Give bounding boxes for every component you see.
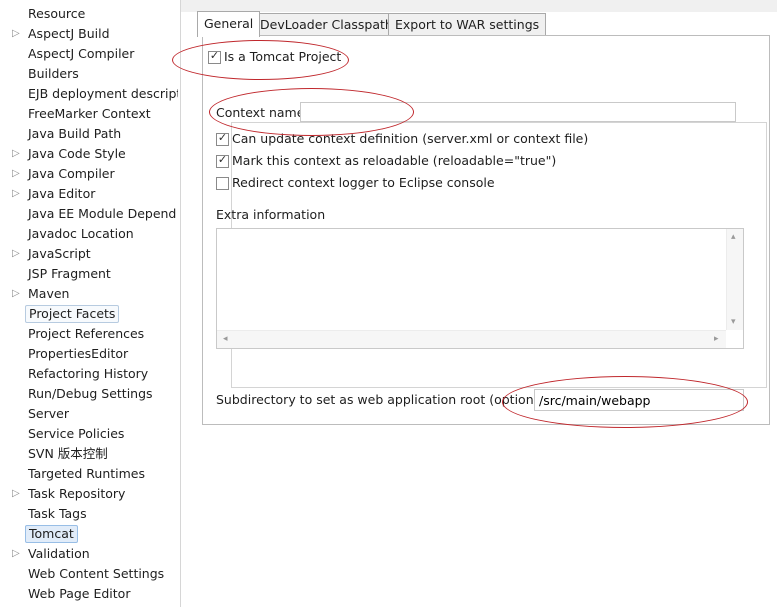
- tree-item-label: Java Build Path: [28, 126, 122, 141]
- tree-item[interactable]: Tomcat: [0, 524, 178, 544]
- tree-item-label: Server: [28, 406, 69, 421]
- tab-export-to-war-settings[interactable]: Export to WAR settings: [388, 13, 547, 36]
- reloadable-label: Mark this context as reloadable (reloada…: [232, 153, 557, 168]
- tree-item[interactable]: Refactoring History: [0, 364, 178, 384]
- check-icon: ✓: [217, 153, 228, 166]
- tree-item-label: Task Repository: [28, 486, 126, 501]
- tab-devloader-classpath[interactable]: DevLoader Classpath: [253, 13, 400, 36]
- expand-arrow-icon[interactable]: ▷: [12, 484, 20, 504]
- expand-arrow-icon[interactable]: ▷: [12, 284, 20, 304]
- tree-item-label: PropertiesEditor: [28, 346, 129, 361]
- tree-item[interactable]: ▷ Java Code Style: [0, 144, 178, 164]
- horizontal-scrollbar[interactable]: ◂ ▸: [217, 330, 726, 348]
- scroll-right-icon[interactable]: ▸: [714, 334, 719, 344]
- tree-item[interactable]: Server: [0, 404, 178, 424]
- tree-item-label: Java Editor: [28, 186, 96, 201]
- tree-item[interactable]: Java Build Path: [0, 124, 178, 144]
- tree-item-label: Service Policies: [28, 426, 125, 441]
- top-band: [181, 0, 777, 12]
- tree-item[interactable]: Project References: [0, 324, 178, 344]
- tree-item[interactable]: ▷ Validation: [0, 544, 178, 564]
- is-tomcat-project-checkbox[interactable]: ✓: [208, 49, 221, 64]
- tree-item[interactable]: Builders: [0, 64, 178, 84]
- tree-item-label: Tomcat: [25, 525, 78, 543]
- tree-item[interactable]: Task Tags: [0, 504, 178, 524]
- tree-item-label: SVN 版本控制: [28, 446, 108, 461]
- tree-item[interactable]: FreeMarker Context: [0, 104, 178, 124]
- tree-item[interactable]: Resource: [0, 4, 178, 24]
- scroll-left-icon[interactable]: ◂: [223, 334, 228, 344]
- tree-item-label: EJB deployment descript: [28, 86, 178, 101]
- properties-tree: Resource ▷ AspectJ Build AspectJ Compiler Bu…: [0, 0, 180, 607]
- tree-item-label: Targeted Runtimes: [28, 466, 145, 481]
- tree-item-label: Run/Debug Settings: [28, 386, 153, 401]
- tree-item[interactable]: EJB deployment descript: [0, 84, 178, 104]
- tree-item-label: Task Tags: [28, 506, 87, 521]
- tree-item-label: AspectJ Compiler: [28, 46, 135, 61]
- context-name-input[interactable]: [300, 102, 736, 122]
- expand-arrow-icon[interactable]: ▷: [12, 544, 20, 564]
- tree-item-label: Project References: [28, 326, 145, 341]
- expand-arrow-icon[interactable]: ▷: [12, 184, 20, 204]
- check-icon: ✓: [217, 131, 228, 144]
- tree-item-label: AspectJ Build: [28, 26, 110, 41]
- tree-item-label: Resource: [28, 6, 86, 21]
- tree-item[interactable]: ▷ JavaScript: [0, 244, 178, 264]
- tree-item[interactable]: ▷ Maven: [0, 284, 178, 304]
- tree-item[interactable]: Javadoc Location: [0, 224, 178, 244]
- tree-item-label: FreeMarker Context: [28, 106, 151, 121]
- tree-item[interactable]: JSP Fragment: [0, 264, 178, 284]
- tree-item-label: Java Compiler: [28, 166, 115, 181]
- scroll-down-icon[interactable]: ▾: [731, 317, 736, 327]
- tree-item-label: JSP Fragment: [28, 266, 111, 281]
- tree-item-label: Validation: [28, 546, 90, 561]
- check-icon: ✓: [209, 49, 220, 62]
- vertical-scrollbar[interactable]: ▴ ▾: [726, 229, 743, 330]
- tree-item[interactable]: Targeted Runtimes: [0, 464, 178, 484]
- tree-item[interactable]: SVN 版本控制: [0, 444, 178, 464]
- is-tomcat-project-label: Is a Tomcat Project: [224, 49, 342, 64]
- tree-item[interactable]: Web Page Editor: [0, 584, 178, 604]
- tree-item[interactable]: Web Content Settings: [0, 564, 178, 584]
- tree-item-label: Java Code Style: [28, 146, 126, 161]
- tab-general[interactable]: General: [197, 11, 261, 37]
- tree-item[interactable]: AspectJ Compiler: [0, 44, 178, 64]
- webapp-root-input[interactable]: [534, 389, 744, 411]
- tree-item-label: JavaScript: [28, 246, 91, 261]
- tree-item-label: Java EE Module Depend: [28, 206, 177, 221]
- tree-item-label: Maven: [28, 286, 70, 301]
- tree-item[interactable]: PropertiesEditor: [0, 344, 178, 364]
- tree-item-label: Web Page Editor: [28, 586, 131, 601]
- webapp-root-label: Subdirectory to set as web application r…: [216, 392, 550, 407]
- extra-information-textarea[interactable]: ▴ ▾ ◂ ▸: [216, 228, 744, 349]
- tree-item-label: Project Facets: [25, 305, 120, 323]
- can-update-checkbox[interactable]: ✓: [216, 131, 229, 146]
- tree-item[interactable]: Project Facets: [0, 304, 178, 324]
- expand-arrow-icon[interactable]: ▷: [12, 144, 20, 164]
- tree-item[interactable]: ▷ Java Editor: [0, 184, 178, 204]
- expand-arrow-icon[interactable]: ▷: [12, 244, 20, 264]
- tree-item[interactable]: Java EE Module Depend: [0, 204, 178, 224]
- tree-item-label: Refactoring History: [28, 366, 149, 381]
- expand-arrow-icon[interactable]: ▷: [12, 24, 20, 44]
- tree-item-label: Javadoc Location: [28, 226, 134, 241]
- tree-item-label: Builders: [28, 66, 79, 81]
- extra-information-label: Extra information: [216, 207, 326, 222]
- tree-item-label: Web Content Settings: [28, 566, 165, 581]
- can-update-label: Can update context definition (server.xm…: [232, 131, 589, 146]
- tree-item[interactable]: ▷ Task Repository: [0, 484, 178, 504]
- scroll-up-icon[interactable]: ▴: [731, 232, 736, 242]
- tree-item[interactable]: ▷ Java Compiler: [0, 164, 178, 184]
- redirect-logger-checkbox[interactable]: [216, 177, 229, 190]
- expand-arrow-icon[interactable]: ▷: [12, 164, 20, 184]
- tree-item[interactable]: Run/Debug Settings: [0, 384, 178, 404]
- tree-item[interactable]: Service Policies: [0, 424, 178, 444]
- tree-item[interactable]: ▷ AspectJ Build: [0, 24, 178, 44]
- redirect-logger-label: Redirect context logger to Eclipse conso…: [232, 175, 495, 190]
- context-name-label: Context name: [216, 105, 305, 120]
- reloadable-checkbox[interactable]: ✓: [216, 153, 229, 168]
